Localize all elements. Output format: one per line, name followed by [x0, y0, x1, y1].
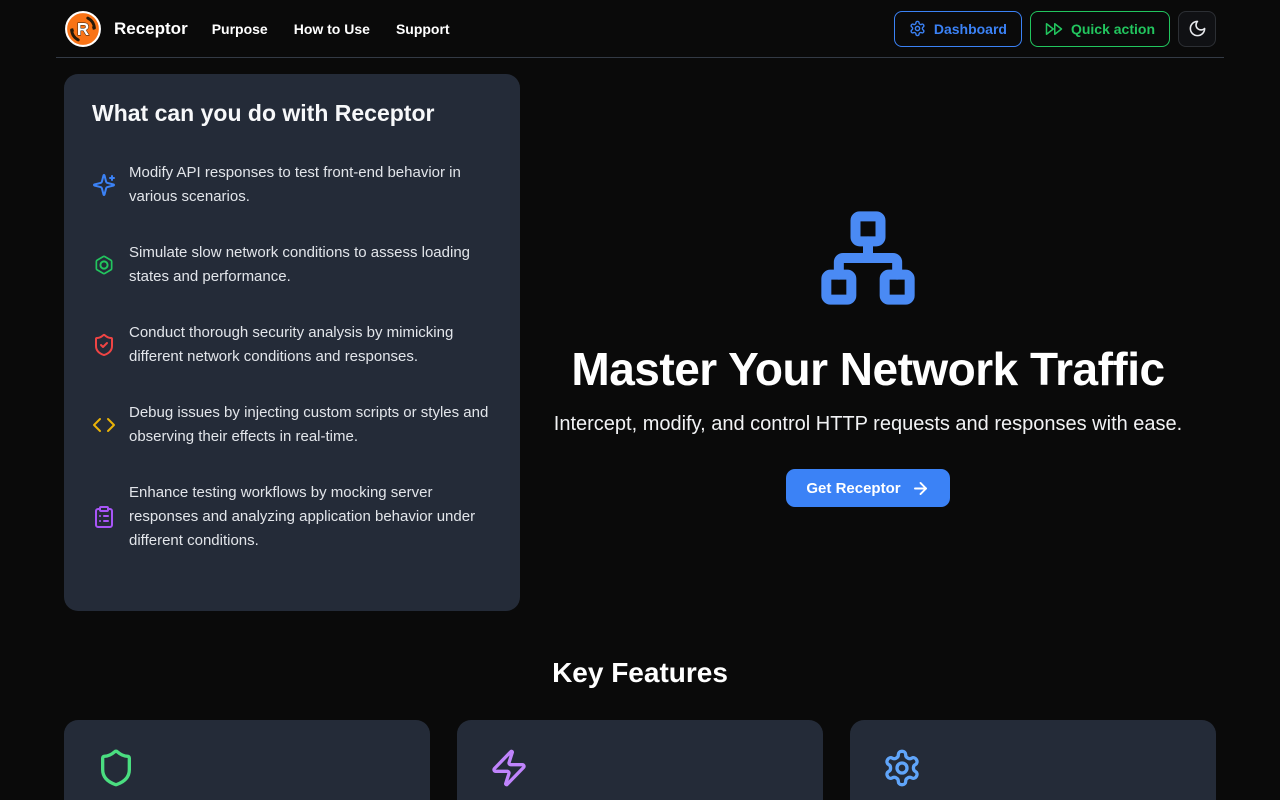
- list-item: Simulate slow network conditions to asse…: [92, 241, 492, 289]
- capability-text: Modify API responses to test front-end b…: [129, 164, 461, 205]
- svg-text:R: R: [77, 20, 89, 39]
- receptor-logo-icon: R: [65, 10, 101, 47]
- main-content: What can you do with Receptor Modify API…: [0, 58, 1280, 611]
- features-row: [64, 720, 1216, 800]
- hero-section: Master Your Network Traffic Intercept, m…: [520, 74, 1216, 507]
- shield-check-icon: [95, 333, 113, 357]
- fast-forward-icon: [1045, 22, 1063, 35]
- sparkles-icon: [93, 173, 116, 197]
- moon-icon: [1189, 20, 1205, 37]
- code-icon: [93, 418, 115, 432]
- clipboard-list-icon: [95, 506, 113, 528]
- feature-card-security: [64, 720, 430, 800]
- key-features-heading: Key Features: [552, 657, 728, 688]
- nav-link-support[interactable]: Support: [396, 21, 450, 37]
- hero-title: Master Your Network Traffic: [571, 343, 1165, 395]
- capabilities-title: What can you do with Receptor: [92, 100, 435, 126]
- quick-action-button-label: Quick action: [1070, 20, 1155, 37]
- get-receptor-button[interactable]: Get Receptor: [786, 469, 950, 507]
- shield-icon: [101, 749, 131, 787]
- nav-link-purpose[interactable]: Purpose: [212, 21, 268, 37]
- zap-icon: [492, 749, 526, 787]
- nav-links: Purpose How to Use Support: [212, 21, 450, 37]
- navbar-right: Dashboard Quick action: [893, 10, 1216, 47]
- get-receptor-button-label: Get Receptor: [806, 479, 901, 497]
- feature-card-control: [850, 720, 1216, 800]
- list-item: Enhance testing workflows by mocking ser…: [92, 481, 492, 553]
- navbar: R Receptor Purpose How to Use Support Da…: [0, 0, 1280, 57]
- arrow-right-icon: [913, 481, 927, 495]
- quick-action-button[interactable]: Quick action: [1029, 10, 1170, 47]
- hexagon-target-icon: [95, 255, 113, 275]
- navbar-left: R Receptor Purpose How to Use Support: [64, 10, 450, 48]
- list-item: Conduct thorough security analysis by mi…: [92, 321, 492, 369]
- list-item: Debug issues by injecting custom scripts…: [92, 401, 492, 449]
- network-hierarchy-icon: [821, 211, 915, 305]
- capabilities-card: What can you do with Receptor Modify API…: [64, 74, 520, 611]
- gear-icon: [885, 749, 919, 787]
- theme-toggle-button[interactable]: [1178, 10, 1216, 47]
- capability-text: Simulate slow network conditions to asse…: [129, 244, 471, 285]
- hero-subtitle: Intercept, modify, and control HTTP requ…: [553, 413, 1183, 435]
- feature-card-performance: [457, 720, 823, 800]
- list-item: Modify API responses to test front-end b…: [92, 161, 492, 209]
- brand-home-link[interactable]: R Receptor: [64, 10, 188, 48]
- dashboard-button-label: Dashboard: [933, 20, 1007, 37]
- gear-icon: [910, 20, 925, 37]
- capability-text: Debug issues by injecting custom scripts…: [129, 404, 489, 445]
- capability-text: Enhance testing workflows by mocking ser…: [129, 484, 476, 549]
- capability-text: Conduct thorough security analysis by mi…: [129, 324, 454, 365]
- nav-link-how-to-use[interactable]: How to Use: [294, 21, 370, 37]
- capabilities-list: Modify API responses to test front-end b…: [92, 161, 492, 553]
- dashboard-button[interactable]: Dashboard: [893, 10, 1022, 47]
- brand-name[interactable]: Receptor: [114, 19, 188, 39]
